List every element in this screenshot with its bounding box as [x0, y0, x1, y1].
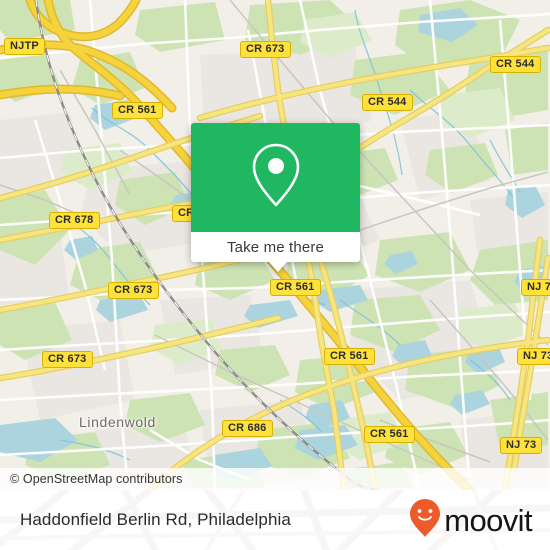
- road-shield: NJ 73: [500, 437, 543, 454]
- place-label-lindenwold: Lindenwold: [79, 414, 156, 430]
- map-popup-card[interactable]: Take me there: [191, 123, 360, 272]
- road-shield: CR 561: [324, 348, 375, 365]
- road-shield: CR 544: [490, 56, 541, 73]
- map-attribution-bar: © OpenStreetMap contributors: [0, 468, 550, 490]
- popup-pointer-tail: [269, 262, 287, 272]
- take-me-there-button[interactable]: Take me there: [191, 232, 360, 262]
- page-title: Haddonfield Berlin Rd, Philadelphia: [20, 510, 291, 529]
- moovit-smiley-pin-icon: [409, 498, 441, 543]
- road-shield: NJTP: [4, 38, 45, 55]
- moovit-logo[interactable]: moovit: [409, 490, 533, 550]
- road-shield: CR 673: [42, 351, 93, 368]
- road-shield: CR 673: [240, 41, 291, 58]
- road-shield: CR 561: [112, 102, 163, 119]
- take-me-there-label: Take me there: [227, 238, 324, 256]
- road-shield: CR 561: [270, 279, 321, 296]
- footer-bar: Haddonfield Berlin Rd, Philadelphia moov…: [0, 490, 550, 550]
- road-shield: CR 686: [222, 420, 273, 437]
- popup-image-area: [191, 123, 360, 232]
- road-shield: CR 544: [362, 94, 413, 111]
- road-shield: CR 673: [108, 282, 159, 299]
- moovit-map-screenshot: NJTP CR 673 CR 544 CR 561 CR 544 CR 678 …: [0, 0, 550, 550]
- moovit-wordmark: moovit: [444, 502, 532, 538]
- road-shield: NJ 73: [521, 279, 550, 296]
- road-shield: CR 678: [49, 212, 100, 229]
- road-shield: NJ 73: [517, 348, 550, 365]
- location-pin-icon: [250, 142, 302, 213]
- road-shield: CR 561: [364, 426, 415, 443]
- attribution-text: © OpenStreetMap contributors: [10, 472, 183, 486]
